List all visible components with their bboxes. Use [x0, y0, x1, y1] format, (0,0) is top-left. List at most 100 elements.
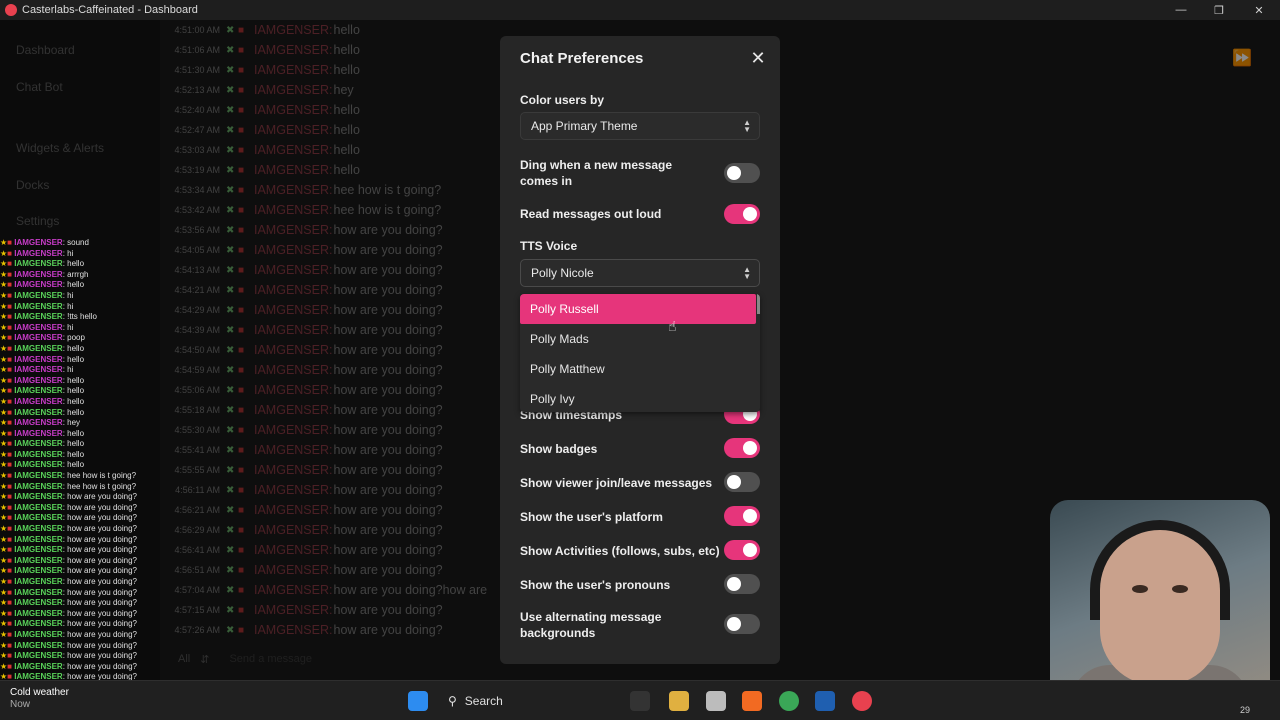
show-activities-toggle[interactable] — [724, 540, 760, 560]
overlay-message: : hello — [62, 428, 85, 438]
overlay-message: : how are you doing? — [62, 513, 137, 523]
dropdown-option[interactable]: Polly Russell — [520, 294, 756, 324]
overlay-message: : hello — [62, 460, 85, 470]
close-icon[interactable]: ✕ — [748, 48, 768, 68]
overlay-chat-row: ★■ IAMGENSER: how are you doing? — [0, 641, 160, 652]
overlay-message: : how are you doing? — [62, 661, 137, 671]
overlay-message: : how are you doing? — [62, 502, 137, 512]
overlay-chat-row: ★■ IAMGENSER: hee how is t going? — [0, 471, 160, 482]
weather-title: Cold weather — [10, 687, 69, 698]
overlay-message: : hello — [62, 354, 85, 364]
toggle-label: Show the user's pronouns — [520, 578, 671, 592]
overlay-username: IAMGENSER — [14, 322, 63, 332]
file-explorer-icon[interactable] — [669, 691, 689, 711]
dropdown-option[interactable]: Polly Mads — [520, 324, 760, 354]
overlay-chat-row: ★■ IAMGENSER: how are you doing? — [0, 630, 160, 641]
overlay-message: : hello — [62, 407, 85, 417]
show-badges-toggle[interactable] — [724, 438, 760, 458]
overlay-message: : hello — [62, 280, 85, 290]
overlay-username: IAMGENSER — [14, 290, 63, 300]
overlay-chat-row: ★■ IAMGENSER: how are you doing? — [0, 619, 160, 630]
minimize-icon[interactable]: — — [1162, 0, 1200, 20]
title-bar: Casterlabs-Caffeinated - Dashboard — ❐ ✕ — [0, 0, 1280, 20]
brave-browser-icon[interactable] — [742, 691, 762, 711]
overlay-chat-row: ★■ IAMGENSER: hi — [0, 365, 160, 376]
overlay-chat-row: ★■ IAMGENSER: hi — [0, 291, 160, 302]
overlay-chat-row: ★■ IAMGENSER: how are you doing? — [0, 588, 160, 599]
overlay-chat-row: ★■ IAMGENSER: how are you doing? — [0, 545, 160, 556]
overlay-username: IAMGENSER — [14, 354, 63, 364]
overlay-message: : how are you doing? — [62, 555, 137, 565]
overlay-username: IAMGENSER — [14, 471, 63, 481]
overlay-chat-row: ★■ IAMGENSER: how are you doing? — [0, 535, 160, 546]
overlay-chat-row: ★■ IAMGENSER: arrrgh — [0, 270, 160, 281]
overlay-username: IAMGENSER — [14, 534, 63, 544]
mouse-cursor-icon: ☝ — [668, 318, 677, 334]
read-aloud-toggle[interactable] — [724, 204, 760, 224]
overlay-chat-row: ★■ IAMGENSER: how are you doing? — [0, 577, 160, 588]
restore-icon[interactable]: ❐ — [1200, 0, 1238, 20]
overlay-username: IAMGENSER — [14, 280, 63, 290]
overlay-message: : hello — [62, 449, 85, 459]
overlay-chat-row: ★■ IAMGENSER: hey — [0, 418, 160, 429]
close-window-icon[interactable]: ✕ — [1240, 0, 1278, 20]
ding-label: Ding when a new message comes in — [520, 158, 673, 188]
windows-start-icon[interactable] — [408, 691, 428, 711]
overlay-username: IAMGENSER — [14, 301, 63, 311]
overlay-username: IAMGENSER — [14, 619, 63, 629]
toggle-label: Use alternating message backgrounds — [520, 610, 662, 640]
toggle-label: Show badges — [520, 442, 598, 456]
overlay-username: IAMGENSER — [14, 577, 63, 586]
overlay-username: IAMGENSER — [14, 396, 63, 406]
tts-voice-label: TTS Voice — [520, 239, 578, 253]
tts-voice-select[interactable]: Polly Nicole ▲ ▼ — [520, 259, 760, 287]
overlay-chat-row: ★■ IAMGENSER: sound — [0, 238, 160, 249]
overlay-username: IAMGENSER — [14, 439, 63, 449]
overlay-username: IAMGENSER — [14, 259, 63, 269]
overlay-chat-row: ★■ IAMGENSER: hello — [0, 280, 160, 291]
overlay-chat-row: ★■ IAMGENSER: hello — [0, 439, 160, 450]
overlay-username: IAMGENSER — [14, 248, 63, 258]
overlay-chat-row: ★■ IAMGENSER: how are you doing? — [0, 609, 160, 620]
casterlabs-icon[interactable] — [852, 691, 872, 711]
search-label: Search — [464, 694, 503, 708]
overlay-chat-row: ★■ IAMGENSER: hi — [0, 302, 160, 313]
overlay-message: : how are you doing? — [62, 619, 137, 629]
taskbar-search[interactable]: ⚲ Search — [440, 689, 620, 713]
weather-sub: Now — [10, 699, 31, 710]
alternating-backgrounds-toggle[interactable] — [724, 614, 760, 634]
show-join-leave-toggle[interactable] — [724, 472, 760, 492]
show-pronouns-toggle[interactable] — [724, 574, 760, 594]
overlay-chat-row: ★■ IAMGENSER: how are you doing? — [0, 566, 160, 577]
overlay-chat-row: ★■ IAMGENSER: poop — [0, 333, 160, 344]
overlay-chat-row: ★■ IAMGENSER: how are you doing? — [0, 651, 160, 662]
overlay-username: IAMGENSER — [14, 566, 63, 576]
dropdown-option[interactable]: Polly Ivy — [520, 384, 760, 412]
overlay-message: : how are you doing? — [62, 640, 137, 650]
overlay-message: : how are you doing? — [62, 598, 137, 608]
ding-toggle[interactable] — [724, 163, 760, 183]
overlay-message: : hello — [62, 375, 85, 385]
overlay-username: IAMGENSER — [14, 460, 63, 470]
overlay-username: IAMGENSER — [14, 661, 63, 671]
overlay-message: : hi — [62, 290, 74, 300]
dropdown-scrollbar[interactable] — [757, 294, 760, 314]
color-users-by-select[interactable]: App Primary Theme ▲ ▼ — [520, 112, 760, 140]
overlay-message: : hey — [62, 418, 81, 428]
overlay-username: IAMGENSER — [14, 386, 63, 396]
overlay-username: IAMGENSER — [14, 492, 63, 502]
overlay-message: : how are you doing? — [62, 608, 137, 618]
dropdown-option[interactable]: Polly Matthew — [520, 354, 760, 384]
task-view-icon[interactable] — [630, 691, 650, 711]
app-icon[interactable] — [815, 691, 835, 711]
overlay-message: : hee how is t going? — [62, 481, 137, 491]
notepad-icon[interactable] — [706, 691, 726, 711]
overlay-chat-row: ★■ IAMGENSER: hello — [0, 355, 160, 366]
weather-widget[interactable]: Cold weather Now — [10, 687, 69, 711]
overlay-message: : how are you doing? — [62, 545, 137, 555]
overlay-chat-row: ★■ IAMGENSER: hello — [0, 450, 160, 461]
overlay-chat-row: ★■ IAMGENSER: hi — [0, 323, 160, 334]
overlay-username: IAMGENSER — [14, 375, 63, 385]
chrome-icon[interactable] — [779, 691, 799, 711]
show-platform-toggle[interactable] — [724, 506, 760, 526]
